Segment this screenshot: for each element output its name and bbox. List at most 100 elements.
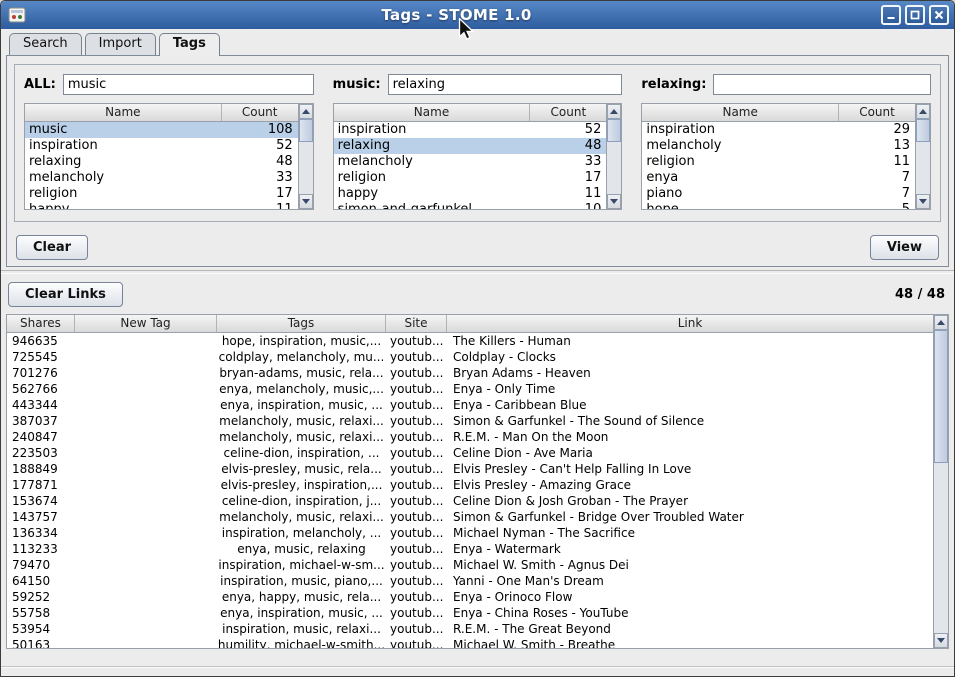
tab-import[interactable]: Import xyxy=(85,33,156,55)
tag-row[interactable]: religion11 xyxy=(642,154,915,170)
links-row[interactable]: 725545coldplay, melancholy, mu...youtub.… xyxy=(7,349,933,365)
links-col-new-tag[interactable]: New Tag xyxy=(75,315,217,332)
link-cell: Enya - Watermark xyxy=(447,541,933,557)
scrollbar-thumb[interactable] xyxy=(934,330,948,463)
links-row[interactable]: 136334inspiration, melancholy, ...youtub… xyxy=(7,525,933,541)
close-button[interactable] xyxy=(929,5,949,25)
tag-filter-input[interactable] xyxy=(388,74,623,95)
clear-links-button[interactable]: Clear Links xyxy=(8,282,123,307)
view-button[interactable]: View xyxy=(870,235,939,260)
scrollbar-track[interactable] xyxy=(607,119,621,194)
tab-tags[interactable]: Tags xyxy=(159,33,220,56)
tab-search[interactable]: Search xyxy=(9,33,82,55)
tag-row[interactable]: music108 xyxy=(25,122,298,138)
tab-bar: SearchImportTags xyxy=(1,29,954,55)
tag-filter-label: music: xyxy=(333,77,381,92)
tag-table-scrollbar[interactable] xyxy=(915,104,930,209)
tag-row[interactable]: melancholy33 xyxy=(25,170,298,186)
scroll-down-button[interactable] xyxy=(299,194,313,209)
scrollbar-thumb[interactable] xyxy=(607,119,621,142)
tag-row[interactable]: relaxing48 xyxy=(334,138,607,154)
links-col-tags[interactable]: Tags xyxy=(217,315,386,332)
links-row[interactable]: 387037melancholy, music, relaxi...youtub… xyxy=(7,413,933,429)
links-row[interactable]: 240847melancholy, music, relaxi...youtub… xyxy=(7,429,933,445)
tag-row[interactable]: inspiration52 xyxy=(334,122,607,138)
tag-table-header[interactable]: NameCount xyxy=(25,104,298,122)
links-row[interactable]: 701276bryan-adams, music, rela...youtub.… xyxy=(7,365,933,381)
site-cell: youtub... xyxy=(386,461,447,477)
links-row[interactable]: 188849elvis-presley, music, rela...youtu… xyxy=(7,461,933,477)
tag-panel-1: music: NameCountinspiration52relaxing48me… xyxy=(333,74,623,210)
links-col-shares[interactable]: Shares xyxy=(7,315,75,332)
links-row[interactable]: 113233enya, music, relaxingyoutub...Enya… xyxy=(7,541,933,557)
tag-row[interactable]: happy11 xyxy=(334,186,607,202)
links-row[interactable]: 443344enya, inspiration, music, ...youtu… xyxy=(7,397,933,413)
tags-cell: melancholy, music, relaxi... xyxy=(217,429,386,445)
tag-filter-input[interactable] xyxy=(713,74,931,95)
maximize-button[interactable] xyxy=(905,5,925,25)
tag-row[interactable]: happy11 xyxy=(25,202,298,209)
tag-table-scrollbar[interactable] xyxy=(606,104,621,209)
tag-table-header[interactable]: NameCount xyxy=(642,104,915,122)
scroll-down-button[interactable] xyxy=(607,194,621,209)
links-row[interactable]: 153674celine-dion, inspiration, j...yout… xyxy=(7,493,933,509)
scroll-up-button[interactable] xyxy=(607,104,621,119)
tags-cell: enya, melancholy, music,... xyxy=(217,381,386,397)
tag-row[interactable]: melancholy13 xyxy=(642,138,915,154)
links-row[interactable]: 79470inspiration, michael-w-sm...youtub.… xyxy=(7,557,933,573)
links-row[interactable]: 53954inspiration, music, relaxi...youtub… xyxy=(7,621,933,637)
scroll-up-button[interactable] xyxy=(299,104,313,119)
tag-row[interactable]: religion17 xyxy=(334,170,607,186)
links-row[interactable]: 223503celine-dion, inspiration, ...youtu… xyxy=(7,445,933,461)
scroll-down-button[interactable] xyxy=(934,633,948,648)
count-column-header[interactable]: Count xyxy=(530,104,606,121)
links-row[interactable]: 143757melancholy, music, relaxi...youtub… xyxy=(7,509,933,525)
tag-filter-input[interactable] xyxy=(63,74,314,95)
tag-row[interactable]: relaxing48 xyxy=(25,154,298,170)
scrollbar-track[interactable] xyxy=(299,119,313,194)
new-tag-cell xyxy=(75,605,217,621)
links-col-link[interactable]: Link xyxy=(447,315,933,332)
scroll-up-button[interactable] xyxy=(916,104,930,119)
tag-row[interactable]: melancholy33 xyxy=(334,154,607,170)
links-row[interactable]: 55758enya, inspiration, music, ...youtub… xyxy=(7,605,933,621)
links-row[interactable]: 562766enya, melancholy, music,...youtub.… xyxy=(7,381,933,397)
scrollbar-track[interactable] xyxy=(916,119,930,194)
tag-row[interactable]: enya7 xyxy=(642,170,915,186)
count-column-header[interactable]: Count xyxy=(839,104,915,121)
tag-table-header[interactable]: NameCount xyxy=(334,104,607,122)
titlebar[interactable]: Tags - STOME 1.0 xyxy=(1,1,954,29)
tags-tab-panel: ALL:NameCountmusic108inspiration52relaxi… xyxy=(6,55,949,267)
links-row[interactable]: 50163humility, michael-w-smith...youtub.… xyxy=(7,637,933,648)
tag-row[interactable]: religion17 xyxy=(25,186,298,202)
name-column-header[interactable]: Name xyxy=(25,104,222,121)
links-scrollbar[interactable] xyxy=(933,315,948,648)
links-row[interactable]: 59252enya, happy, music, rela...youtub..… xyxy=(7,589,933,605)
site-cell: youtub... xyxy=(386,637,447,648)
tag-row[interactable]: hope5 xyxy=(642,202,915,209)
links-row[interactable]: 64150inspiration, music, piano,...youtub… xyxy=(7,573,933,589)
tag-row[interactable]: simon-and-garfunkel10 xyxy=(334,202,607,209)
scrollbar-track[interactable] xyxy=(934,330,948,633)
links-col-site[interactable]: Site xyxy=(386,315,447,332)
links-row[interactable]: 177871elvis-presley, inspiration,...yout… xyxy=(7,477,933,493)
minimize-button[interactable] xyxy=(881,5,901,25)
tag-row[interactable]: piano7 xyxy=(642,186,915,202)
site-cell: youtub... xyxy=(386,365,447,381)
links-row[interactable]: 946635hope, inspiration, music,...youtub… xyxy=(7,333,933,349)
tag-row[interactable]: inspiration29 xyxy=(642,122,915,138)
count-column-header[interactable]: Count xyxy=(222,104,298,121)
scroll-down-button[interactable] xyxy=(916,194,930,209)
scrollbar-thumb[interactable] xyxy=(299,119,313,142)
arrow-up-icon xyxy=(919,109,927,114)
scrollbar-thumb[interactable] xyxy=(916,119,930,142)
tag-row[interactable]: inspiration52 xyxy=(25,138,298,154)
link-cell: Simon & Garfunkel - The Sound of Silence xyxy=(447,413,933,429)
tag-table-scrollbar[interactable] xyxy=(298,104,313,209)
name-column-header[interactable]: Name xyxy=(642,104,839,121)
clear-button[interactable]: Clear xyxy=(16,235,88,260)
link-cell: Celine Dion & Josh Groban - The Prayer xyxy=(447,493,933,509)
name-column-header[interactable]: Name xyxy=(334,104,531,121)
tag-count-cell: 11 xyxy=(222,202,298,209)
scroll-up-button[interactable] xyxy=(934,315,948,330)
